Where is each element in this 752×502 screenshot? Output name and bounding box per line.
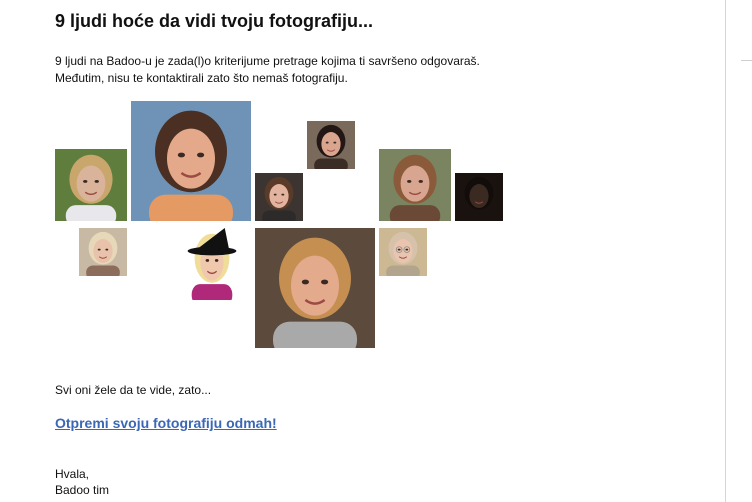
right-divider	[725, 0, 726, 502]
profile-photo-9[interactable]	[255, 228, 375, 348]
scrollbar-edge	[741, 60, 752, 61]
profile-photo-3[interactable]	[255, 173, 303, 221]
profile-photo-6[interactable]	[455, 173, 503, 221]
profile-photo-10[interactable]	[379, 228, 427, 276]
profile-photo-2[interactable]	[131, 101, 251, 221]
signoff-team: Badoo tim	[55, 483, 110, 497]
profile-photo-7[interactable]	[79, 228, 127, 276]
upload-photo-link[interactable]: Otpremi svoju fotografiju odmah!	[55, 415, 277, 431]
profile-photo-5[interactable]	[379, 149, 451, 221]
email-body: 9 ljudi hoće da vidi tvoju fotografiju..…	[0, 0, 752, 502]
profile-photo-4[interactable]	[307, 121, 355, 169]
profile-photo-8[interactable]	[183, 228, 241, 300]
signoff-thanks: Hvala,	[55, 467, 90, 481]
cta-text: Svi oni žele da te vide, zato...	[55, 383, 212, 397]
profile-photo-1[interactable]	[55, 149, 127, 221]
signoff: Hvala, Badoo tim	[55, 466, 109, 498]
